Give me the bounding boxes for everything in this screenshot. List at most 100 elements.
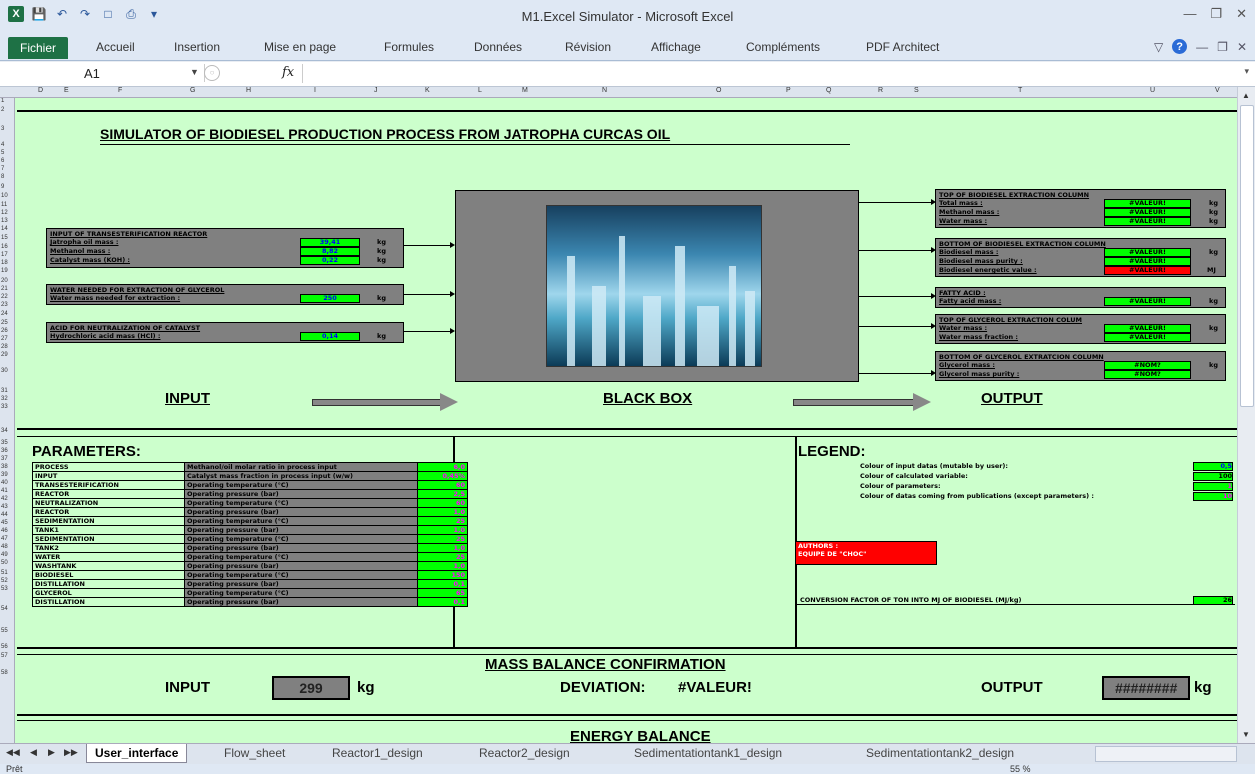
row-number[interactable]: 37	[1, 456, 8, 462]
parameter-value[interactable]: 150	[417, 570, 468, 580]
tab-affichage[interactable]: Affichage	[651, 40, 701, 54]
input-value[interactable]: 39,41	[300, 238, 360, 247]
row-number[interactable]: 30	[1, 368, 8, 374]
parameter-value[interactable]: 1,0	[417, 507, 468, 517]
row-number[interactable]: 38	[1, 464, 8, 470]
row-number[interactable]: 53	[1, 586, 8, 592]
parameter-value[interactable]: 60	[417, 480, 468, 490]
sheet-tab-reactor1[interactable]: Reactor1_design	[324, 744, 431, 762]
row-number[interactable]: 56	[1, 644, 8, 650]
row-number[interactable]: 42	[1, 496, 8, 502]
parameter-value[interactable]: 25	[417, 552, 468, 562]
prev-sheet-icon[interactable]: ◀	[30, 747, 37, 758]
column-header[interactable]: J	[374, 87, 378, 94]
parameter-value[interactable]: 25	[417, 516, 468, 526]
parameter-value[interactable]: 2,5	[417, 489, 468, 499]
row-number[interactable]: 17	[1, 252, 8, 258]
parameter-value[interactable]: 25	[417, 534, 468, 544]
row-number[interactable]: 12	[1, 210, 8, 216]
row-number[interactable]: 51	[1, 570, 8, 576]
parameter-value[interactable]: 6,0	[417, 462, 468, 472]
column-header[interactable]: K	[425, 87, 430, 94]
row-number[interactable]: 48	[1, 544, 8, 550]
row-number[interactable]: 21	[1, 286, 8, 292]
row-number[interactable]: 2	[1, 107, 4, 113]
column-header[interactable]: V	[1215, 87, 1220, 94]
row-number[interactable]: 33	[1, 404, 8, 410]
column-header[interactable]: L	[478, 87, 482, 94]
row-number[interactable]: 18	[1, 260, 8, 266]
row-number[interactable]: 40	[1, 480, 8, 486]
tab-insertion[interactable]: Insertion	[174, 40, 220, 54]
tab-complements[interactable]: Compléments	[746, 40, 820, 54]
workbook-close-icon[interactable]: ✕	[1237, 40, 1247, 54]
row-number[interactable]: 46	[1, 528, 8, 534]
workbook-minimize-icon[interactable]: —	[1196, 40, 1208, 54]
tab-formules[interactable]: Formules	[384, 40, 434, 54]
worksheet[interactable]: SIMULATOR OF BIODIESEL PRODUCTION PROCES…	[15, 98, 1237, 743]
restore-icon[interactable]: ❐	[1210, 6, 1222, 22]
column-header[interactable]: O	[716, 87, 721, 94]
tab-mise-en-page[interactable]: Mise en page	[264, 40, 336, 54]
scrollbar-thumb[interactable]	[1240, 105, 1254, 407]
row-number[interactable]: 39	[1, 472, 8, 478]
column-header[interactable]: G	[190, 87, 195, 94]
sheet-tab-reactor2[interactable]: Reactor2_design	[471, 744, 578, 762]
parameter-value[interactable]: 1,0	[417, 525, 468, 535]
row-number[interactable]: 29	[1, 352, 8, 358]
row-number[interactable]: 23	[1, 302, 8, 308]
column-header[interactable]: U	[1150, 87, 1155, 94]
column-header[interactable]: D	[38, 87, 43, 94]
ribbon-collapse-icon[interactable]: ▽	[1154, 40, 1163, 54]
row-number[interactable]: 45	[1, 520, 8, 526]
row-number[interactable]: 10	[1, 193, 8, 199]
column-header[interactable]: P	[786, 87, 791, 94]
column-header[interactable]: Q	[826, 87, 831, 94]
parameter-value[interactable]: 0,45%	[417, 471, 468, 481]
row-number[interactable]: 57	[1, 653, 8, 659]
row-number[interactable]: 26	[1, 328, 8, 334]
sheet-tab-user-interface[interactable]: User_interface	[86, 744, 188, 763]
column-header[interactable]: I	[314, 87, 316, 94]
cancel-formula-icon[interactable]: ○	[204, 65, 220, 81]
row-number[interactable]: 1	[1, 98, 4, 104]
row-number[interactable]: 3	[1, 126, 4, 132]
input-value[interactable]: 0,22	[300, 256, 360, 265]
insert-function-icon[interactable]: fx	[282, 65, 294, 80]
row-number[interactable]: 50	[1, 560, 8, 566]
column-header[interactable]: N	[602, 87, 607, 94]
row-number[interactable]: 19	[1, 268, 8, 274]
last-sheet-icon[interactable]: ▶▶	[64, 747, 78, 758]
row-number[interactable]: 11	[1, 202, 7, 208]
zoom-level[interactable]: 55 %	[1010, 764, 1031, 774]
sheet-tab-flow-sheet[interactable]: Flow_sheet	[216, 744, 293, 762]
tab-pdf-architect[interactable]: PDF Architect	[866, 40, 939, 54]
row-number[interactable]: 24	[1, 311, 8, 317]
row-number[interactable]: 28	[1, 344, 8, 350]
row-number[interactable]: 16	[1, 244, 8, 250]
input-value[interactable]: 0,14	[300, 332, 360, 341]
expand-formula-icon[interactable]: ▾	[1244, 66, 1249, 77]
parameter-value[interactable]: 1,0	[417, 543, 468, 553]
row-number[interactable]: 36	[1, 448, 8, 454]
input-value[interactable]: 8,82	[300, 247, 360, 256]
parameter-value[interactable]: 0,1	[417, 597, 468, 607]
row-number[interactable]: 4	[1, 142, 4, 148]
column-header[interactable]: M	[522, 87, 528, 94]
parameter-value[interactable]: 65	[417, 588, 468, 598]
row-number[interactable]: 35	[1, 440, 8, 446]
parameter-value[interactable]: 0,1	[417, 579, 468, 589]
name-box[interactable]: A1 ▼	[4, 64, 205, 82]
chevron-down-icon[interactable]: ▼	[190, 67, 199, 77]
column-header[interactable]: H	[246, 87, 251, 94]
tab-file[interactable]: Fichier	[8, 37, 68, 59]
sheet-tab-sedimentationtank2[interactable]: Sedimentationtank2_design	[858, 744, 1022, 762]
sheet-tab-sedimentationtank1[interactable]: Sedimentationtank1_design	[626, 744, 790, 762]
tab-accueil[interactable]: Accueil	[96, 40, 135, 54]
column-header[interactable]: E	[64, 87, 69, 94]
column-header[interactable]: T	[1018, 87, 1022, 94]
row-number[interactable]: 32	[1, 396, 8, 402]
column-header[interactable]: F	[118, 87, 122, 94]
row-number[interactable]: 55	[1, 628, 8, 634]
horizontal-scrollbar[interactable]	[1095, 746, 1237, 762]
